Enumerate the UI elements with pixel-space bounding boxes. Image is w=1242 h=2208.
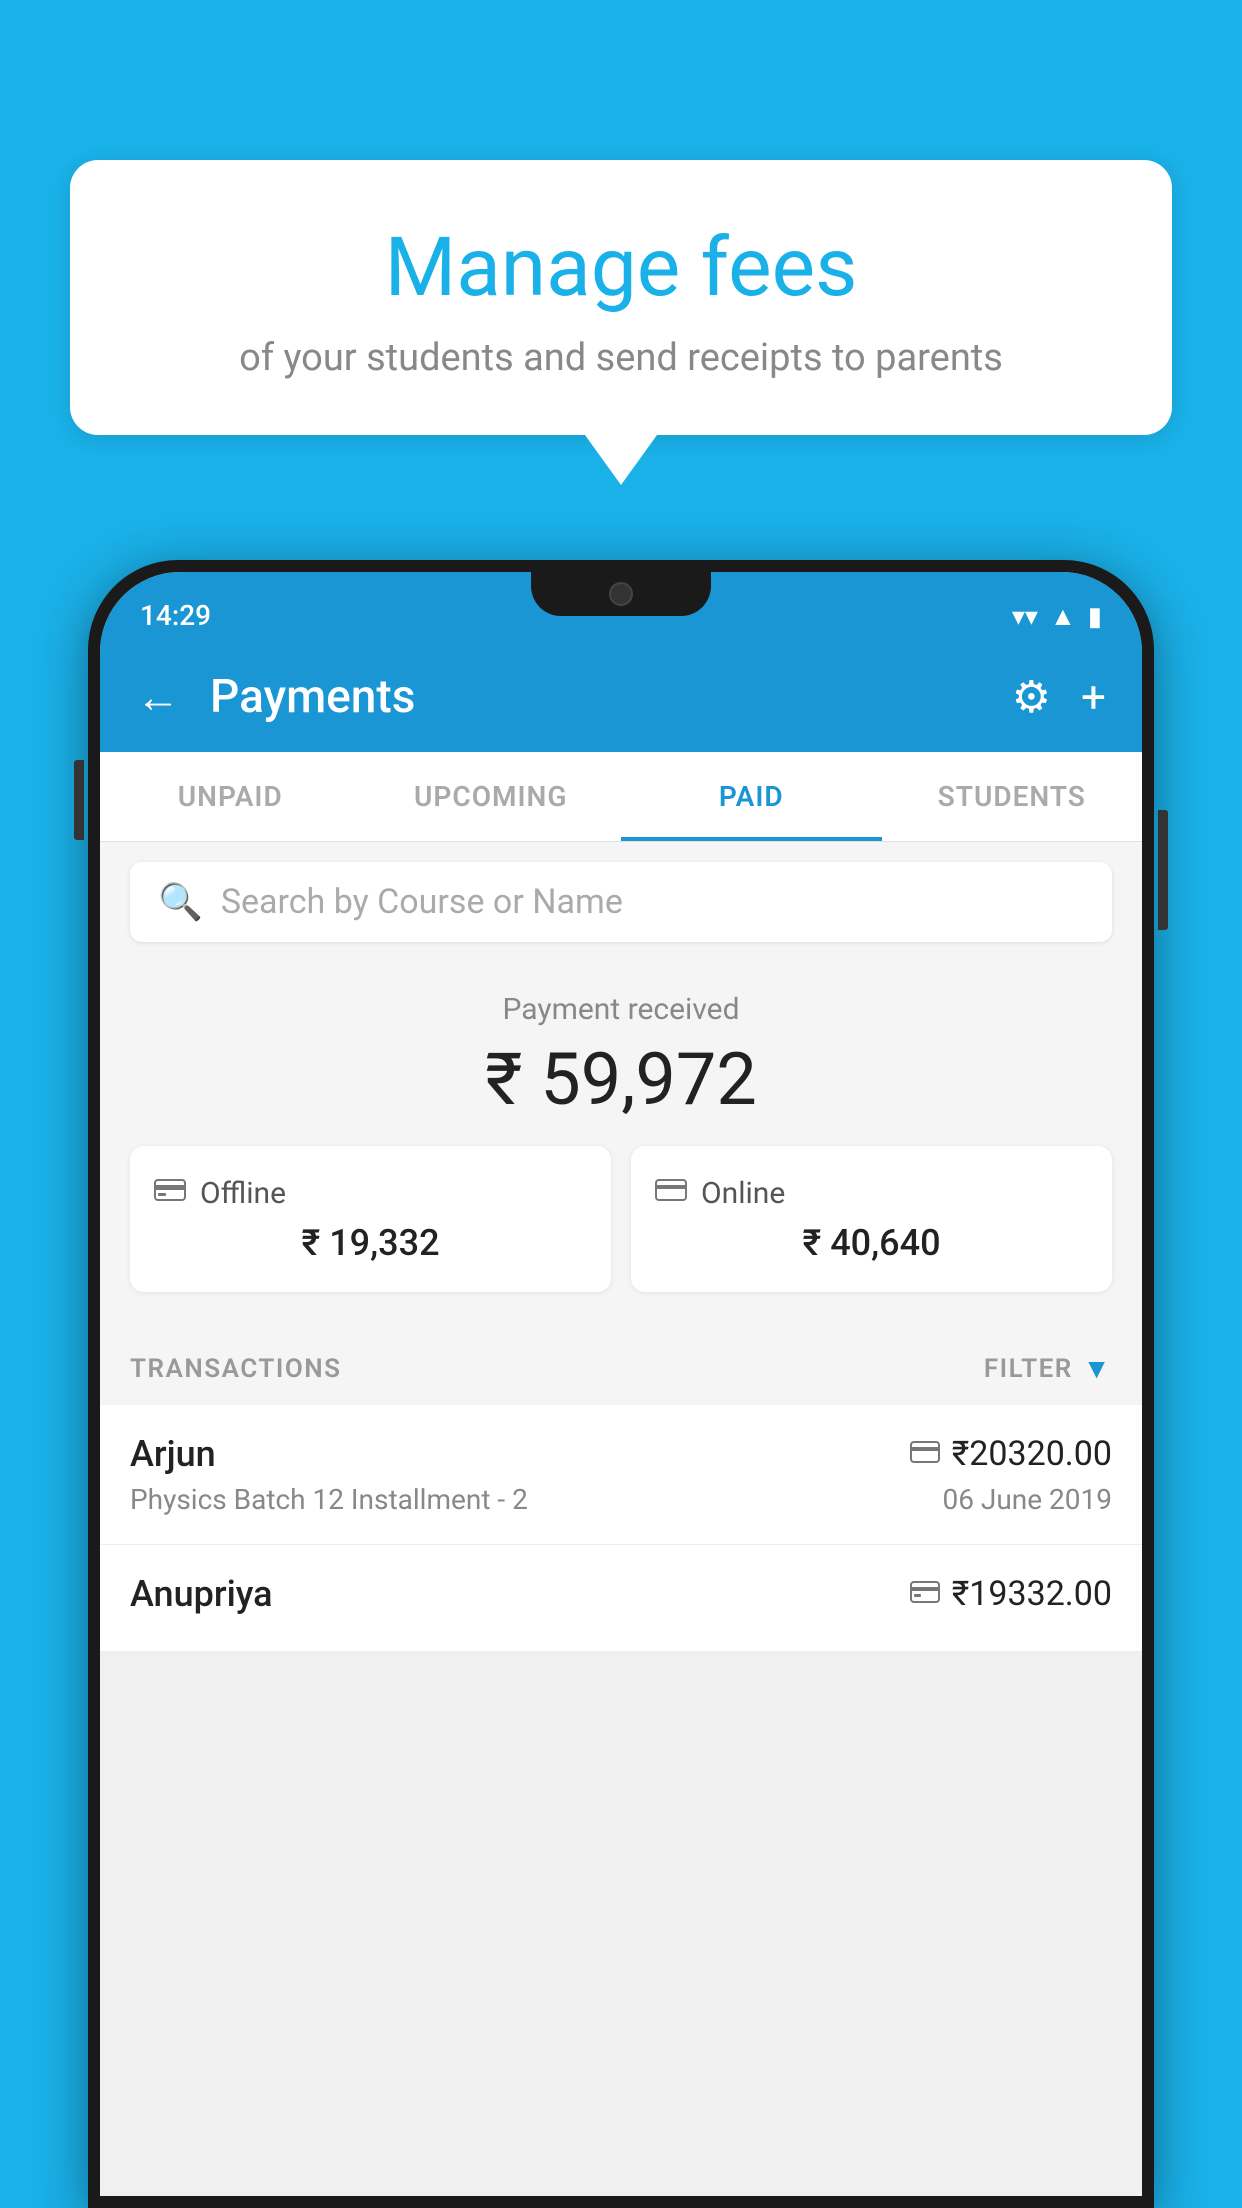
- wifi-icon: ▾▾: [1012, 602, 1038, 632]
- transactions-header: TRANSACTIONS FILTER ▼: [100, 1332, 1142, 1405]
- speech-bubble-arrow: [585, 435, 657, 485]
- search-input-placeholder[interactable]: Search by Course or Name: [221, 882, 623, 922]
- table-row[interactable]: Anupriya ₹19332.00: [100, 1545, 1142, 1652]
- front-camera: [609, 582, 633, 606]
- payment-summary: Payment received ₹ 59,972: [100, 962, 1142, 1332]
- payment-breakdown: Offline ₹ 19,332: [130, 1146, 1112, 1292]
- transaction-row-top-anupriya: Anupriya ₹19332.00: [130, 1573, 1112, 1615]
- transaction-row-top-arjun: Arjun ₹20320.00: [130, 1433, 1112, 1475]
- payment-type-icon-arjun: [910, 1438, 940, 1471]
- status-icons: ▾▾ ▲ ▮: [1012, 601, 1102, 632]
- tab-students[interactable]: STUDENTS: [882, 752, 1143, 841]
- transaction-amount-anupriya: ₹19332.00: [952, 1574, 1112, 1614]
- offline-payment-card: Offline ₹ 19,332: [130, 1146, 611, 1292]
- filter-label-text: FILTER: [984, 1354, 1073, 1384]
- payment-type-icon-anupriya: [910, 1578, 940, 1611]
- payment-received-label: Payment received: [130, 992, 1112, 1027]
- tab-upcoming[interactable]: UPCOMING: [361, 752, 622, 841]
- phone-screen: 14:29 ▾▾ ▲ ▮ ← Payments ⚙ + UNPAID: [100, 572, 1142, 2196]
- transactions-label: TRANSACTIONS: [130, 1354, 342, 1384]
- table-row[interactable]: Arjun ₹20320.00 Physics: [100, 1405, 1142, 1545]
- offline-label: Offline: [200, 1176, 286, 1211]
- online-label: Online: [701, 1176, 785, 1211]
- search-icon: 🔍: [158, 881, 203, 923]
- bubble-subtitle: of your students and send receipts to pa…: [130, 336, 1112, 380]
- amount-container-anupriya: ₹19332.00: [910, 1574, 1112, 1614]
- status-time: 14:29: [140, 599, 211, 632]
- amount-container-arjun: ₹20320.00: [910, 1434, 1112, 1474]
- tab-paid[interactable]: PAID: [621, 752, 882, 841]
- payment-total-amount: ₹ 59,972: [130, 1037, 1112, 1122]
- speech-bubble-container: Manage fees of your students and send re…: [70, 160, 1172, 485]
- search-bar[interactable]: 🔍 Search by Course or Name: [130, 862, 1112, 942]
- phone-frame: 14:29 ▾▾ ▲ ▮ ← Payments ⚙ + UNPAID: [88, 560, 1154, 2208]
- transaction-date-arjun: 06 June 2019: [942, 1483, 1112, 1516]
- offline-header: Offline: [154, 1174, 587, 1212]
- back-button[interactable]: ←: [136, 671, 180, 723]
- search-bar-container: 🔍 Search by Course or Name: [100, 842, 1142, 962]
- battery-icon: ▮: [1088, 602, 1102, 632]
- offline-amount: ₹ 19,332: [154, 1222, 587, 1264]
- online-amount: ₹ 40,640: [655, 1222, 1088, 1264]
- online-icon: [655, 1174, 687, 1212]
- volume-button-left: [74, 760, 84, 840]
- transaction-name-arjun: Arjun: [130, 1433, 216, 1475]
- filter-icon: ▼: [1083, 1352, 1112, 1385]
- transaction-list: Arjun ₹20320.00 Physics: [100, 1405, 1142, 1652]
- transaction-course-arjun: Physics Batch 12 Installment - 2: [130, 1483, 528, 1516]
- filter-button[interactable]: FILTER ▼: [984, 1352, 1112, 1385]
- tab-bar: UNPAID UPCOMING PAID STUDENTS: [100, 752, 1142, 842]
- bubble-title: Manage fees: [130, 220, 1112, 316]
- tab-unpaid[interactable]: UNPAID: [100, 752, 361, 841]
- online-header: Online: [655, 1174, 1088, 1212]
- offline-icon: [154, 1174, 186, 1212]
- transaction-amount-arjun: ₹20320.00: [952, 1434, 1112, 1474]
- transaction-name-anupriya: Anupriya: [130, 1573, 273, 1615]
- add-button[interactable]: +: [1081, 671, 1106, 723]
- power-button-right: [1158, 810, 1168, 930]
- online-payment-card: Online ₹ 40,640: [631, 1146, 1112, 1292]
- speech-bubble: Manage fees of your students and send re…: [70, 160, 1172, 435]
- phone-notch: [531, 572, 711, 616]
- transaction-row-bottom-arjun: Physics Batch 12 Installment - 2 06 June…: [130, 1483, 1112, 1516]
- signal-icon: ▲: [1050, 601, 1076, 632]
- app-bar-actions: ⚙ +: [1012, 671, 1106, 723]
- settings-icon[interactable]: ⚙: [1012, 671, 1051, 723]
- app-bar-title: Payments: [210, 670, 982, 724]
- app-bar: ← Payments ⚙ +: [100, 642, 1142, 752]
- background: Manage fees of your students and send re…: [0, 0, 1242, 2208]
